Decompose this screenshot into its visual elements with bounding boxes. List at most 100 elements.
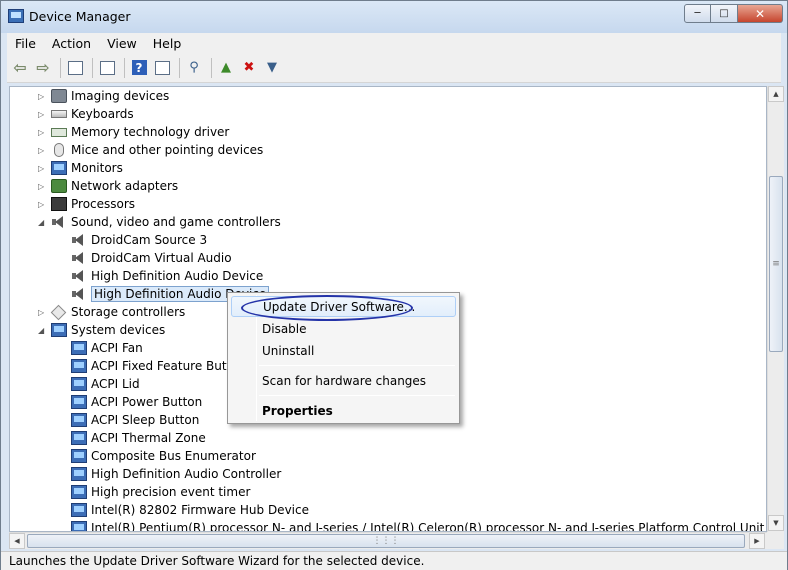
system-device-icon [71, 467, 87, 481]
context-menu: Update Driver Software... Disable Uninst… [227, 292, 460, 424]
disable-button[interactable]: ▼ [262, 58, 282, 78]
tree-item[interactable]: ▷ Storage controllers [38, 303, 186, 321]
tree-item-label: ACPI Sleep Button [91, 413, 200, 427]
expand-arrow-icon[interactable]: ▷ [38, 87, 47, 105]
menu-help[interactable]: Help [145, 36, 190, 51]
tree-item[interactable]: ACPI Fan [71, 339, 143, 357]
properties-icon [99, 60, 115, 75]
system-device-icon [71, 485, 87, 499]
horizontal-scroll-thumb[interactable]: ⋮⋮⋮ [27, 534, 745, 548]
processor-icon [51, 197, 67, 211]
expand-arrow-icon[interactable]: ▷ [38, 123, 47, 141]
vertical-scroll-thumb[interactable]: ≡ [769, 176, 783, 352]
context-menu-properties[interactable]: Properties [231, 400, 456, 421]
tree-item[interactable]: High precision event timer [71, 483, 250, 501]
help-icon: ? [131, 60, 147, 75]
collapse-arrow-icon[interactable]: ◢ [38, 213, 47, 231]
device-manager-icon [8, 9, 24, 23]
vertical-scrollbar[interactable]: ▲ ≡ ▼ [767, 86, 784, 532]
help-toolbar-button[interactable]: ? [129, 58, 149, 78]
camera-icon [51, 89, 67, 103]
forward-button[interactable]: ⇨ [33, 58, 53, 78]
tree-item-label: DroidCam Source 3 [91, 233, 208, 247]
show-hide-console-tree-button[interactable] [65, 58, 85, 78]
disable-icon: ▼ [267, 60, 277, 75]
storage-icon [50, 304, 67, 320]
tree-item[interactable]: ACPI Power Button [71, 393, 202, 411]
tree-item[interactable]: ▷ Memory technology driver [38, 123, 229, 141]
maximize-icon: □ [719, 8, 729, 19]
tree-item-label: Processors [71, 197, 136, 211]
tree-item[interactable]: ▷ Keyboards [38, 105, 134, 123]
minimize-button[interactable]: ─ [684, 4, 711, 23]
scroll-up-button[interactable]: ▲ [768, 86, 784, 102]
menu-file[interactable]: File [7, 36, 44, 51]
expand-arrow-icon[interactable]: ▷ [38, 105, 47, 123]
tree-item-label: High Definition Audio Controller [91, 467, 282, 481]
tree-item[interactable]: High Definition Audio Device [71, 267, 263, 285]
toolbar-separator [179, 57, 180, 78]
tree-item-label: Intel(R) Pentium(R) processor N- and J-s… [91, 521, 766, 532]
toolbar-separator [211, 57, 212, 78]
horizontal-scrollbar[interactable]: ◀ ⋮⋮⋮ ▶ [9, 532, 767, 549]
update-driver-button[interactable]: ▲ [216, 58, 236, 78]
expand-arrow-icon[interactable]: ▷ [38, 141, 47, 159]
scroll-right-button[interactable]: ▶ [749, 533, 765, 549]
tree-item[interactable]: Intel(R) 82802 Firmware Hub Device [71, 501, 309, 519]
tree-item-label: Sound, video and game controllers [71, 215, 281, 229]
tree-item[interactable]: ▷ Processors [38, 195, 136, 213]
context-menu-scan-hardware[interactable]: Scan for hardware changes [231, 370, 456, 391]
title-bar[interactable]: Device Manager ─ □ ✕ [1, 1, 787, 33]
tree-item[interactable]: ◢ System devices [38, 321, 165, 339]
context-menu-update-driver[interactable]: Update Driver Software... [231, 296, 456, 317]
window-title: Device Manager [29, 9, 131, 24]
tree-item[interactable]: Intel(R) Pentium(R) processor N- and J-s… [71, 519, 766, 532]
scroll-down-button[interactable]: ▼ [768, 515, 784, 531]
scrollbar-corner [767, 532, 784, 549]
tree-item[interactable]: DroidCam Source 3 [71, 231, 207, 249]
tree-item[interactable]: ACPI Sleep Button [71, 411, 199, 429]
tree-item[interactable]: ◢ Sound, video and game controllers [38, 213, 281, 231]
expand-arrow-icon[interactable]: ▷ [38, 195, 47, 213]
tree-item-label: Storage controllers [71, 305, 186, 319]
expand-arrow-icon[interactable]: ▷ [38, 159, 47, 177]
tree-item[interactable]: ▷ Network adapters [38, 177, 178, 195]
monitor-icon [51, 161, 67, 175]
close-button[interactable]: ✕ [738, 4, 783, 23]
tree-item[interactable]: ▷ Mice and other pointing devices [38, 141, 264, 159]
expand-arrow-icon[interactable]: ▷ [38, 303, 47, 321]
tree-item[interactable]: ▷ Imaging devices [38, 87, 169, 105]
tree-item[interactable]: DroidCam Virtual Audio [71, 249, 232, 267]
collapse-arrow-icon[interactable]: ◢ [38, 321, 47, 339]
expand-arrow-icon[interactable]: ▷ [38, 177, 47, 195]
toolbar-separator [92, 57, 93, 78]
back-button[interactable]: ⇦ [10, 58, 30, 78]
scroll-left-button[interactable]: ◀ [9, 533, 25, 549]
uninstall-button[interactable]: ✖ [239, 58, 259, 78]
context-menu-disable[interactable]: Disable [231, 318, 456, 339]
tree-item[interactable]: High Definition Audio Controller [71, 465, 281, 483]
context-menu-uninstall[interactable]: Uninstall [231, 340, 456, 361]
scan-hardware-button[interactable]: ⚲ [184, 58, 204, 78]
console-tree-icon [67, 60, 83, 75]
menu-action[interactable]: Action [44, 36, 99, 51]
mouse-icon [54, 143, 64, 157]
speaker-icon [71, 287, 87, 301]
properties-toolbar-button[interactable] [97, 58, 117, 78]
tree-item[interactable]: ACPI Fixed Feature Button [71, 357, 246, 375]
close-icon: ✕ [754, 6, 766, 21]
toolbar-separator [124, 57, 125, 78]
action-pane-button[interactable] [152, 58, 172, 78]
tree-item[interactable]: ▷ Monitors [38, 159, 123, 177]
tree-item[interactable]: ACPI Lid [71, 375, 140, 393]
tree-item-label: Monitors [71, 161, 123, 175]
menu-view[interactable]: View [99, 36, 145, 51]
context-menu-separator [259, 365, 455, 366]
back-arrow-icon: ⇦ [13, 58, 27, 77]
tree-item-label: ACPI Thermal Zone [91, 431, 206, 445]
tree-item[interactable]: ACPI Thermal Zone [71, 429, 206, 447]
tree-item-label: Mice and other pointing devices [71, 143, 264, 157]
maximize-button[interactable]: □ [711, 4, 738, 23]
tree-item[interactable]: Composite Bus Enumerator [71, 447, 256, 465]
system-device-icon [71, 521, 87, 531]
